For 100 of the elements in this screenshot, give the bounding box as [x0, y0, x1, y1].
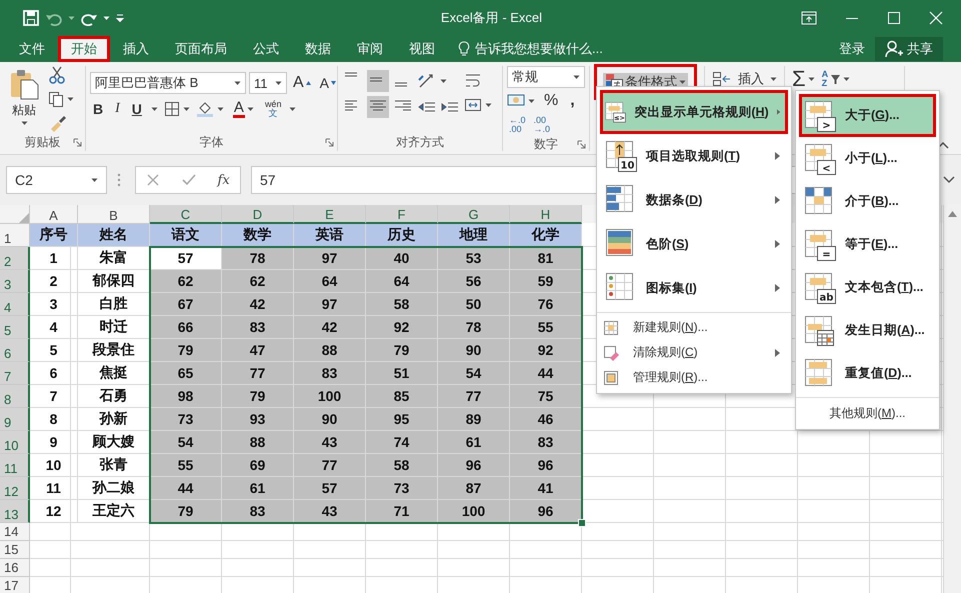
font-size-field[interactable]: 11 — [249, 72, 287, 94]
check-icon[interactable] — [180, 173, 197, 187]
menu-item[interactable]: 重复值(D)... — [799, 352, 936, 395]
row-header[interactable]: 1 — [0, 224, 30, 247]
menu-item[interactable]: 新建规则(N)... — [600, 315, 788, 340]
decimal-button[interactable]: ←.0 .00 — [507, 116, 528, 134]
menu-item[interactable]: 清除规则(C) — [600, 340, 788, 365]
row-header[interactable]: 9 — [0, 408, 30, 431]
fill-handle[interactable] — [578, 519, 586, 527]
menu-item[interactable]: 其他规则(M)... — [796, 400, 939, 426]
tell-me-search[interactable]: 告诉我您想要做什么... — [475, 40, 603, 58]
row-header[interactable]: 2 — [0, 247, 30, 270]
dialog-launcher-icon[interactable] — [73, 138, 82, 146]
increase-font-button[interactable]: A — [290, 72, 314, 94]
caret-icon[interactable] — [528, 98, 535, 104]
menu-item[interactable]: 管理规则(R)... — [600, 365, 788, 390]
column-header[interactable]: G — [438, 205, 510, 224]
expand-formula-bar-icon[interactable] — [943, 176, 955, 184]
ribbon-tab[interactable]: 公式 — [240, 36, 292, 62]
row-header[interactable]: 14 — [0, 523, 30, 541]
menu-item[interactable]: ab 文本包含(T)... — [799, 266, 936, 309]
caret-icon[interactable] — [150, 106, 158, 112]
copy-icon[interactable] — [48, 91, 64, 107]
percent-button[interactable]: % — [541, 90, 562, 112]
italic-button[interactable]: I — [112, 98, 123, 120]
caret-icon[interactable] — [182, 106, 190, 112]
caret-icon[interactable] — [440, 78, 447, 84]
row-header[interactable]: 6 — [0, 339, 30, 362]
caret-icon[interactable] — [67, 96, 74, 102]
ribbon-tab[interactable]: 开始 — [58, 36, 110, 62]
caret-icon[interactable] — [573, 74, 580, 80]
caret-icon[interactable] — [770, 76, 777, 82]
caret-icon[interactable] — [234, 80, 241, 86]
underline-button[interactable]: U — [128, 98, 145, 120]
borders-icon[interactable] — [164, 101, 180, 117]
caret-icon[interactable] — [275, 80, 282, 86]
font-family-field[interactable]: 阿里巴巴普惠体 B — [90, 72, 246, 94]
ribbon-tab[interactable]: 页面布局 — [162, 36, 240, 62]
caret-icon[interactable] — [808, 76, 815, 82]
ribbon-tab[interactable]: 文件 — [6, 36, 58, 62]
column-header[interactable]: C — [150, 205, 222, 224]
column-header[interactable]: F — [366, 205, 438, 224]
row-header[interactable]: 16 — [0, 559, 30, 577]
row-header[interactable]: 3 — [0, 270, 30, 293]
caret-icon[interactable] — [20, 121, 28, 126]
number-format-field[interactable]: 常规 — [507, 66, 585, 88]
drag-handle-icon[interactable] — [117, 173, 121, 187]
name-box[interactable]: C2 — [6, 166, 107, 194]
row-header[interactable]: 17 — [0, 577, 30, 593]
menu-item[interactable]: 色阶(S) — [600, 222, 788, 266]
share-button[interactable]: 共享 — [875, 37, 943, 61]
column-header[interactable]: D — [222, 205, 294, 224]
collapse-ribbon-icon[interactable] — [937, 141, 949, 149]
dialog-launcher-icon[interactable] — [325, 138, 334, 146]
insert-function-button[interactable]: fx — [218, 172, 230, 188]
close-icon[interactable] — [929, 11, 943, 25]
caret-icon[interactable] — [216, 106, 224, 112]
ribbon-tab[interactable]: 数据 — [292, 36, 344, 62]
customize-icon[interactable] — [115, 12, 125, 24]
insert-button[interactable]: 插入 — [709, 68, 780, 90]
caret-icon[interactable] — [843, 76, 850, 82]
caret-icon[interactable] — [289, 106, 296, 112]
center-align-icon[interactable] — [367, 96, 389, 118]
phonetic-button[interactable]: wén 文 — [262, 100, 284, 118]
menu-item[interactable]: = 等于(E)... — [799, 223, 936, 266]
row-header[interactable]: 12 — [0, 477, 30, 500]
paste-button[interactable]: 粘贴 — [4, 66, 44, 133]
decimal-button[interactable]: .00 →.0 — [532, 116, 552, 134]
column-header[interactable]: B — [78, 205, 150, 224]
row-header[interactable]: 7 — [0, 362, 30, 385]
column-header[interactable]: H — [510, 205, 582, 224]
sign-in-link[interactable]: 登录 — [839, 36, 865, 62]
ribbon-options-icon[interactable] — [801, 11, 817, 25]
sort-filter-button[interactable]: A Z — [822, 68, 850, 90]
comma-button[interactable]: , — [567, 90, 578, 112]
menu-item[interactable]: 发生日期(A)... — [799, 309, 936, 352]
ribbon-tab[interactable]: 视图 — [396, 36, 448, 62]
row-header[interactable]: 15 — [0, 541, 30, 559]
font-color-button[interactable]: A — [230, 98, 257, 120]
caret-icon[interactable] — [485, 102, 492, 108]
row-header[interactable]: 13 — [0, 500, 30, 523]
menu-item[interactable]: 图标集(I) — [600, 266, 788, 310]
vertical-scrollbar[interactable] — [943, 205, 961, 593]
caret-icon[interactable] — [103, 16, 110, 20]
bold-button[interactable]: B — [90, 98, 106, 120]
ribbon-tab[interactable]: 插入 — [110, 36, 162, 62]
scissors-icon[interactable] — [48, 66, 66, 84]
save-icon[interactable] — [22, 9, 40, 27]
decrease-font-button[interactable]: A — [316, 72, 340, 94]
middle-align-icon[interactable] — [367, 70, 389, 92]
ribbon-tab[interactable]: 审阅 — [344, 36, 396, 62]
row-header[interactable]: 5 — [0, 316, 30, 339]
caret-icon[interactable] — [246, 106, 254, 112]
scroll-up-icon[interactable] — [948, 211, 957, 217]
merge-cells-icon[interactable] — [464, 96, 482, 114]
row-header[interactable]: 11 — [0, 454, 30, 477]
column-header[interactable]: A — [30, 205, 78, 224]
row-header[interactable]: 4 — [0, 293, 30, 316]
autosum-button[interactable]: Σ — [789, 68, 818, 90]
menu-item[interactable]: > 大于(G)... — [799, 94, 936, 137]
